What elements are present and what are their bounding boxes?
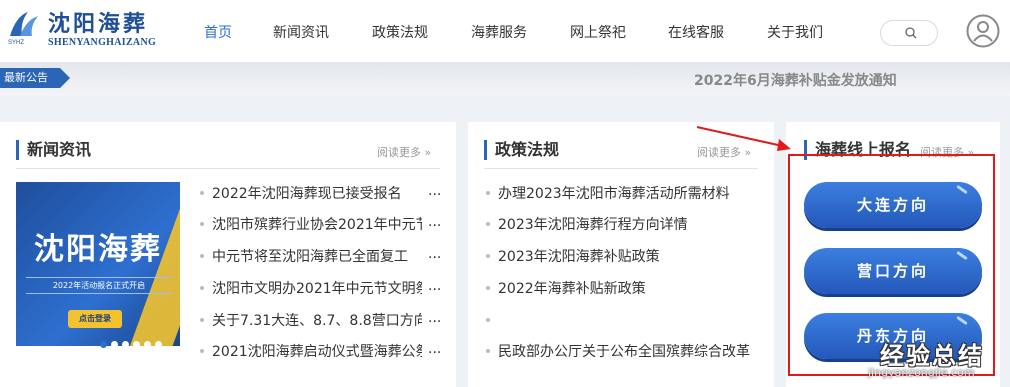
latest-notice-link[interactable]: 2022年6月海葬补贴金发放通知 [694, 70, 897, 90]
nav-about-us[interactable]: 关于我们 [767, 22, 823, 42]
news-banner-carousel[interactable]: 沈阳海葬 2022年活动报名正式开启 点击登录 [16, 182, 180, 346]
policy-list-item[interactable] [486, 310, 756, 328]
policy-list-item[interactable]: 2023年沈阳海葬补贴政策 [486, 246, 756, 266]
carousel-dot[interactable] [155, 341, 162, 348]
nav-sea-burial-service[interactable]: 海葬服务 [471, 22, 527, 42]
news-item-ellipsis: ... [428, 278, 442, 294]
nav-home[interactable]: 首页 [204, 22, 232, 42]
site-header: SYHZ 沈阳海葬 SHENYANGHAIZANG 首页 新闻资讯 政策法规 海… [0, 0, 1010, 62]
news-list-item[interactable]: 沈阳市文明办2021年中元节文明祭 [200, 278, 422, 298]
user-account-icon[interactable] [966, 14, 1000, 48]
news-title: 新闻资讯 [16, 140, 91, 160]
carousel-indicators [100, 333, 166, 352]
news-list-item[interactable]: 关于7.31大连、8.7、8.8营口方向报 [200, 310, 422, 330]
logo-english-name: SHENYANGHAIZANG [48, 37, 157, 48]
news-list-item[interactable]: 中元节将至沈阳海葬已全面复工 [200, 246, 422, 266]
news-item-ellipsis: ... [428, 341, 442, 357]
announcement-bar: 最新公告 2022年6月海葬补贴金发放通知 [0, 62, 1010, 96]
policy-list-item[interactable]: 2022年海葬补贴新政策 [486, 278, 756, 298]
news-list-item[interactable]: 2021沈阳海葬启动仪式暨海葬公祭 [200, 341, 422, 361]
search-button[interactable] [880, 20, 938, 46]
logo-chinese-name: 沈阳海葬 [48, 11, 149, 37]
carousel-dot[interactable] [100, 341, 107, 348]
news-list-item[interactable]: 2022年沈阳海葬现已接受报名 [200, 183, 422, 203]
carousel-dot[interactable] [111, 341, 118, 348]
watermark-url: jingyanzongjie.com [868, 366, 975, 379]
banner-subtitle: 2022年活动报名正式开启 [26, 277, 172, 294]
nav-policy[interactable]: 政策法规 [372, 22, 428, 42]
carousel-dot[interactable] [122, 341, 129, 348]
site-logo[interactable]: SYHZ 沈阳海葬 SHENYANGHAIZANG [4, 4, 164, 50]
double-chevron-right-icon: » [424, 146, 432, 159]
banner-login-button[interactable]: 点击登录 [68, 310, 122, 328]
banner-title: 沈阳海葬 [34, 232, 162, 267]
policy-list-item[interactable]: 办理2023年沈阳市海葬活动所需材料 [486, 183, 756, 203]
news-item-ellipsis: ... [428, 183, 442, 199]
policy-list-item[interactable]: 2023年沈阳海葬行程方向详情 [486, 214, 756, 234]
news-list-item[interactable]: 沈阳市殡葬行业协会2021年中元节 [200, 214, 422, 234]
carousel-dot[interactable] [133, 341, 140, 348]
news-item-ellipsis: ... [428, 214, 442, 230]
news-item-ellipsis: ... [428, 246, 442, 262]
news-item-ellipsis: ... [428, 310, 442, 326]
nav-online-support[interactable]: 在线客服 [668, 22, 724, 42]
nav-news[interactable]: 新闻资讯 [273, 22, 329, 42]
policy-list-item[interactable]: 民政部办公厅关于公布全国殡葬综合改革 [486, 341, 756, 361]
policy-title: 政策法规 [484, 140, 559, 160]
carousel-dot[interactable] [144, 341, 151, 348]
news-read-more-label: 阅读更多 [377, 146, 421, 159]
wave-logo-icon: SYHZ [8, 12, 38, 46]
annotation-arrow-icon [696, 126, 791, 151]
news-divider [16, 168, 440, 169]
policy-divider [484, 168, 758, 169]
logo-mark-text: SYHZ [8, 40, 24, 46]
news-read-more-link[interactable]: 阅读更多 » [377, 144, 431, 160]
latest-notice-tag: 最新公告 [0, 68, 70, 88]
search-icon [905, 27, 917, 39]
nav-online-memorial[interactable]: 网上祭祀 [570, 22, 626, 42]
